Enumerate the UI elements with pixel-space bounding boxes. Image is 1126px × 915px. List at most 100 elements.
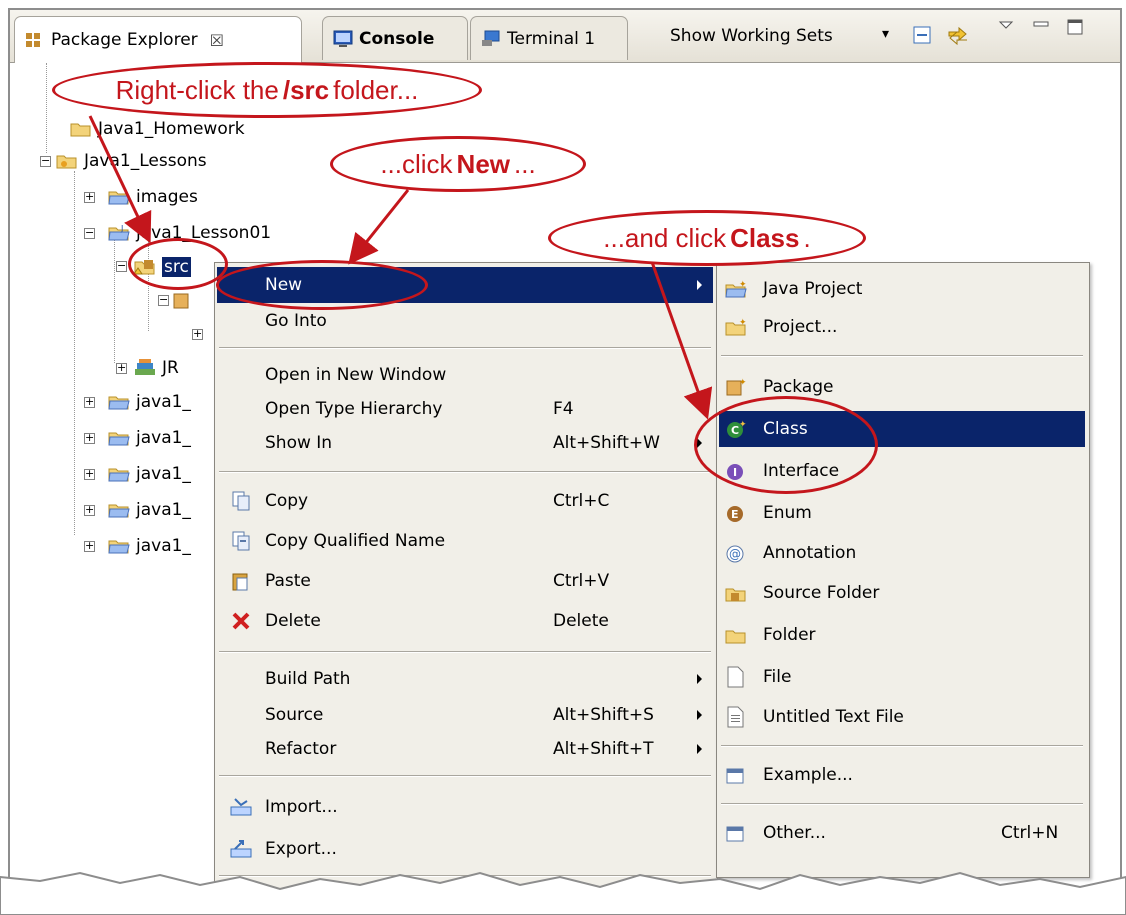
tree-item-project[interactable]: java1_ [108, 426, 191, 450]
menu-item-build-path[interactable]: Build Path [217, 661, 713, 697]
submenu-item-source-folder[interactable]: Source Folder [719, 575, 1085, 611]
tree-item-label: images [136, 187, 198, 207]
tree-item-images[interactable]: images [108, 185, 198, 209]
expand-icon[interactable]: + [84, 504, 95, 516]
submenu-arrow-icon [697, 710, 702, 720]
java-project-icon [108, 465, 130, 483]
tab-label: Terminal 1 [507, 28, 596, 49]
new-project-icon: ✦ [725, 318, 747, 336]
enum-icon: E [727, 506, 743, 522]
collapse-icon[interactable]: − [40, 155, 51, 167]
minimize-icon[interactable] [1032, 18, 1054, 40]
java-project-icon [108, 501, 130, 519]
submenu-item-other[interactable]: Other... Ctrl+N [719, 815, 1085, 851]
tree-item-jre[interactable]: JR [134, 356, 179, 380]
example-icon [726, 768, 744, 784]
submenu-item-project[interactable]: ✦ Project... [719, 309, 1085, 345]
menu-item-refactor[interactable]: Refactor Alt+Shift+T [217, 731, 713, 767]
tab-terminal[interactable]: Terminal 1 [470, 16, 628, 60]
submenu-item-annotation[interactable]: @ Annotation [719, 535, 1085, 571]
menu-item-copy-qualified-name[interactable]: Copy Qualified Name [217, 523, 713, 559]
svg-text:✦: ✦ [739, 280, 747, 290]
import-icon [230, 798, 252, 816]
tab-console[interactable]: Console [322, 16, 468, 60]
tree-item-package[interactable] [172, 289, 200, 313]
menu-item-import[interactable]: Import... [217, 789, 713, 825]
svg-text:E: E [731, 508, 739, 521]
copy-icon [232, 491, 250, 511]
callout-click-class: ...and click Class. [548, 210, 866, 266]
svg-text:J: J [120, 224, 123, 233]
tree-item-label: Java1_Lessons [84, 151, 207, 171]
tree-item-label: java1_ [136, 536, 191, 556]
link-with-editor-icon[interactable] [946, 24, 968, 46]
expand-icon[interactable]: + [84, 396, 95, 408]
svg-text:✦: ✦ [739, 378, 747, 388]
java-project-icon [108, 429, 130, 447]
java-project-icon: ✦ [725, 280, 747, 298]
expand-icon[interactable]: + [192, 328, 203, 340]
paste-icon [232, 573, 248, 591]
folder-icon [108, 393, 130, 411]
submenu-item-example[interactable]: Example... [719, 757, 1085, 793]
folder-icon [725, 630, 746, 644]
expand-icon[interactable]: + [84, 432, 95, 444]
view-menu-icon[interactable] [998, 18, 1020, 40]
expand-icon[interactable]: + [84, 191, 95, 203]
tree-item-project[interactable]: java1_ [108, 390, 191, 414]
java-project-icon: J [108, 224, 130, 242]
tab-label: Package Explorer [51, 30, 198, 50]
close-icon[interactable]: ☒ [210, 31, 224, 50]
package-icon [25, 31, 43, 49]
submenu-item-java-project[interactable]: ✦ Java Project [719, 271, 1085, 307]
collapse-icon[interactable]: − [116, 260, 127, 272]
submenu-item-file[interactable]: File [719, 659, 1085, 695]
tree-item-label: java1_ [136, 464, 191, 484]
tree-item-lessons[interactable]: Java1_Lessons [56, 149, 207, 173]
show-working-sets-label[interactable]: Show Working Sets [670, 26, 833, 46]
collapse-icon[interactable]: − [84, 227, 95, 239]
svg-text:@: @ [729, 547, 741, 561]
expand-icon[interactable]: + [84, 540, 95, 552]
menu-item-show-in[interactable]: Show In Alt+Shift+W [217, 425, 713, 461]
expand-icon[interactable]: + [84, 468, 95, 480]
submenu-arrow-icon [697, 744, 702, 754]
other-wizard-icon [726, 826, 744, 842]
menu-item-open-type-hierarchy[interactable]: Open Type Hierarchy F4 [217, 391, 713, 427]
package-icon: ✦ [726, 378, 747, 396]
collapse-all-icon[interactable] [912, 24, 934, 46]
tree-item-project[interactable]: java1_ [108, 498, 191, 522]
callout-right-click-src: Right-click the /src folder... [52, 62, 482, 118]
context-menu: New Go Into Open in New Window Open Type… [214, 262, 718, 904]
chevron-down-icon[interactable]: ▾ [882, 26, 889, 42]
view-tab-bar: Package Explorer ☒ Console Terminal 1 Sh… [10, 10, 1120, 63]
console-icon [333, 30, 353, 48]
tree-item-project[interactable]: java1_ [108, 462, 191, 486]
menu-item-copy[interactable]: Copy Ctrl+C [217, 483, 713, 519]
menu-item-paste[interactable]: Paste Ctrl+V [217, 563, 713, 599]
svg-text:✦: ✦ [739, 318, 747, 328]
menu-item-open-new-window[interactable]: Open in New Window [217, 357, 713, 393]
highlight-ring-src [128, 238, 228, 290]
tree-item-label: java1_ [136, 500, 191, 520]
submenu-item-untitled-text-file[interactable]: Untitled Text File [719, 699, 1085, 735]
collapse-icon[interactable]: − [158, 294, 169, 306]
tree-item-homework[interactable]: Java1_Homework [70, 117, 245, 141]
maximize-icon[interactable] [1066, 18, 1088, 40]
submenu-item-folder[interactable]: Folder [719, 617, 1085, 653]
submenu-item-enum[interactable]: E Enum [719, 495, 1085, 531]
menu-item-delete[interactable]: Delete Delete [217, 603, 713, 639]
highlight-ring-new [216, 260, 428, 310]
terminal-icon [481, 30, 500, 48]
tab-package-explorer[interactable]: Package Explorer ☒ [14, 16, 302, 63]
submenu-arrow-icon [697, 280, 702, 290]
file-icon [727, 666, 744, 688]
highlight-ring-class [694, 396, 878, 494]
menu-item-source[interactable]: Source Alt+Shift+S [217, 697, 713, 733]
tree-item-label: Java1_Homework [98, 119, 245, 139]
copy-qualified-icon [232, 531, 250, 551]
expand-icon[interactable]: + [116, 362, 127, 374]
torn-edge-decoration [0, 871, 1126, 915]
tree-item-project[interactable]: java1_ [108, 534, 191, 558]
tab-label: Console [359, 28, 435, 49]
